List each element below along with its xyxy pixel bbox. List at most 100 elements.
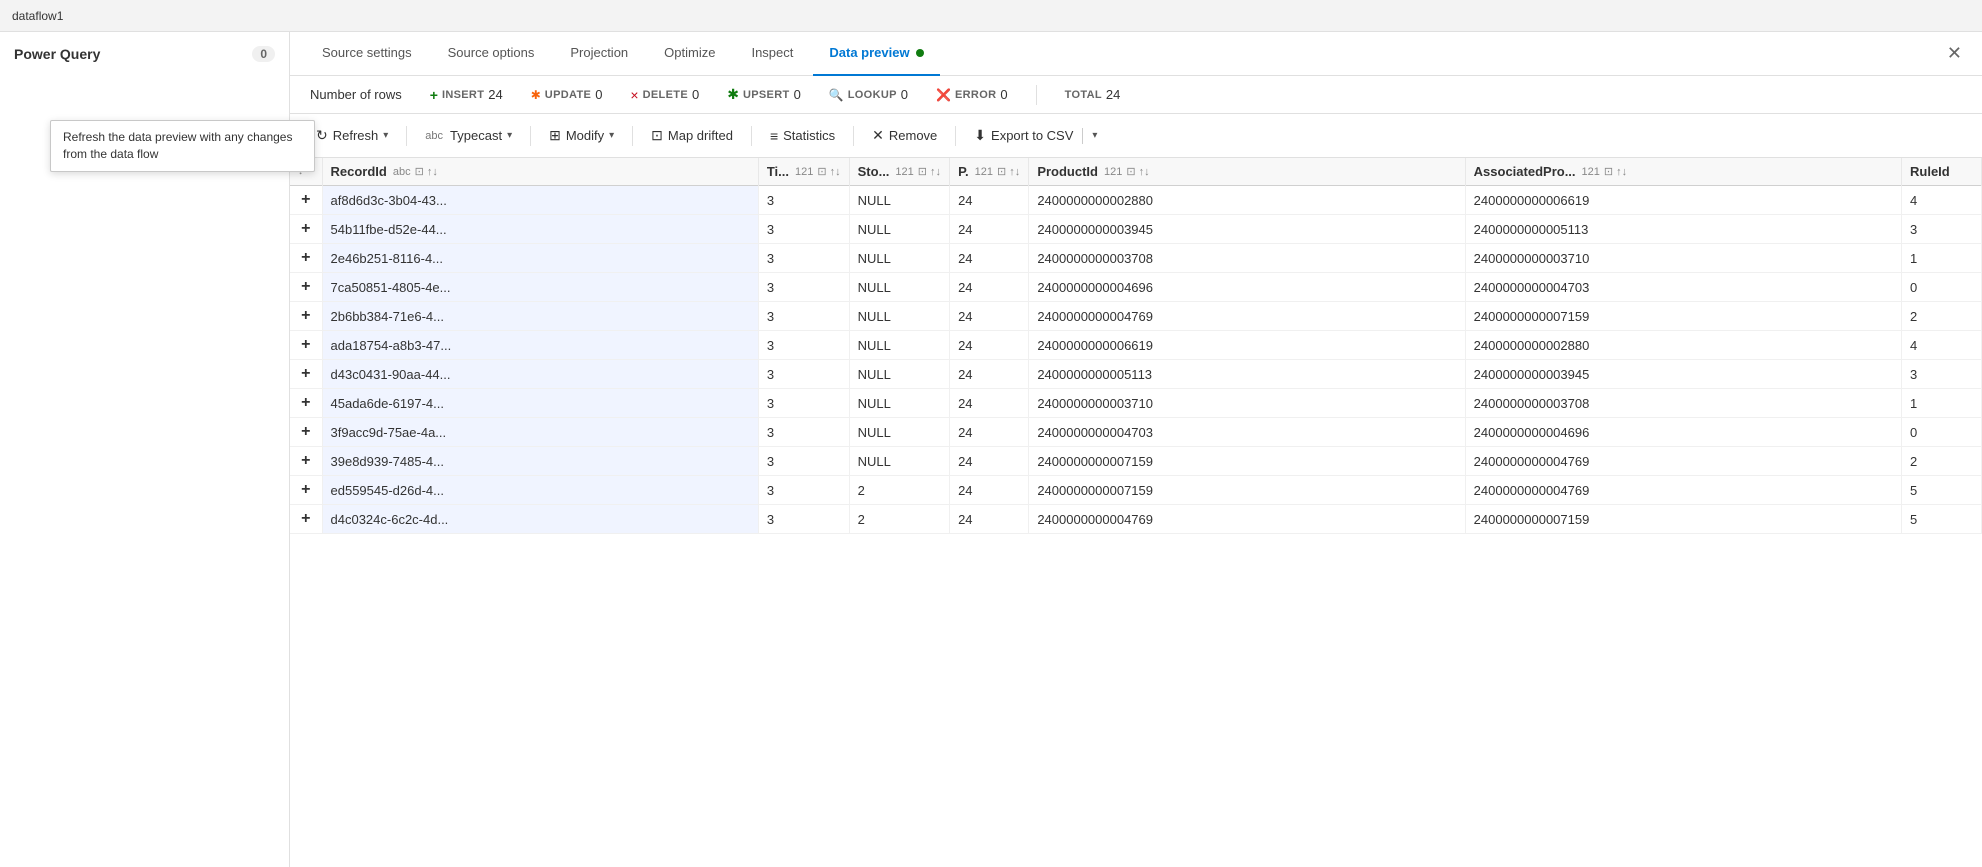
- sidebar-header: Power Query 0: [0, 40, 289, 68]
- th-associatedpro[interactable]: AssociatedPro... 121 ⊡ ↑↓: [1465, 158, 1901, 186]
- row-ruleid: 3: [1902, 360, 1982, 389]
- data-grid-container[interactable]: ↕ RecordId abc ⊡ ↑↓: [290, 158, 1982, 867]
- row-productid: 2400000000004696: [1029, 273, 1465, 302]
- th-ruleid[interactable]: RuleId: [1902, 158, 1982, 186]
- th-ti-icons: ⊡ ↑↓: [817, 165, 840, 178]
- table-row[interactable]: + 3f9acc9d-75ae-4a... 3 NULL 24 24000000…: [290, 418, 1982, 447]
- row-productid: 2400000000007159: [1029, 476, 1465, 505]
- stats-divider: [1036, 85, 1037, 105]
- row-action: +: [290, 389, 322, 418]
- row-action: +: [290, 215, 322, 244]
- rows-label: Number of rows: [310, 87, 402, 102]
- row-ti: 3: [758, 505, 849, 534]
- close-button[interactable]: ✕: [1943, 39, 1966, 68]
- row-recordid: d43c0431-90aa-44...: [322, 360, 758, 389]
- tab-data-preview[interactable]: Data preview: [813, 32, 939, 76]
- typecast-button[interactable]: abc Typecast ▾: [415, 123, 522, 148]
- stat-error: ❌ ERROR 0: [936, 87, 1008, 102]
- row-ti: 3: [758, 447, 849, 476]
- toolbar: ↻ Refresh ▾ abc Typecast ▾ ⊞ Modify ▾: [290, 114, 1982, 158]
- row-p: 24: [950, 244, 1029, 273]
- row-productid: 2400000000005113: [1029, 360, 1465, 389]
- th-recordid[interactable]: RecordId abc ⊡ ↑↓: [322, 158, 758, 186]
- th-productid-label: ProductId: [1037, 164, 1098, 179]
- remove-icon: ✕: [872, 127, 884, 144]
- row-recordid: 2b6bb384-71e6-4...: [322, 302, 758, 331]
- th-p[interactable]: P. 121 ⊡ ↑↓: [950, 158, 1029, 186]
- update-label: UPDATE: [545, 89, 591, 101]
- row-action: +: [290, 418, 322, 447]
- table-row[interactable]: + 39e8d939-7485-4... 3 NULL 24 240000000…: [290, 447, 1982, 476]
- row-associatedpro: 2400000000004769: [1465, 447, 1901, 476]
- row-sto: NULL: [849, 215, 949, 244]
- row-ti: 3: [758, 244, 849, 273]
- row-sto: NULL: [849, 331, 949, 360]
- toolbar-separator-1: [406, 126, 407, 146]
- row-p: 24: [950, 505, 1029, 534]
- export-csv-button[interactable]: ⬇ Export to CSV ▾: [964, 122, 1107, 149]
- table-row[interactable]: + ada18754-a8b3-47... 3 NULL 24 24000000…: [290, 331, 1982, 360]
- modify-chevron-icon: ▾: [609, 130, 614, 141]
- th-productid[interactable]: ProductId 121 ⊡ ↑↓: [1029, 158, 1465, 186]
- statistics-icon: ≡: [770, 128, 778, 144]
- tooltip-text: Refresh the data preview with any change…: [290, 130, 292, 161]
- row-associatedpro: 2400000000002880: [1465, 331, 1901, 360]
- row-ti: 3: [758, 273, 849, 302]
- row-p: 24: [950, 331, 1029, 360]
- th-sto[interactable]: Sto... 121 ⊡ ↑↓: [849, 158, 949, 186]
- table-row[interactable]: + 45ada6de-6197-4... 3 NULL 24 240000000…: [290, 389, 1982, 418]
- row-recordid: ed559545-d26d-4...: [322, 476, 758, 505]
- row-sto: NULL: [849, 186, 949, 215]
- lookup-value: 0: [901, 87, 908, 102]
- row-sto: NULL: [849, 447, 949, 476]
- row-ruleid: 5: [1902, 476, 1982, 505]
- toolbar-separator-6: [955, 126, 956, 146]
- statistics-button[interactable]: ≡ Statistics: [760, 123, 845, 149]
- remove-button[interactable]: ✕ Remove: [862, 122, 947, 149]
- row-ruleid: 0: [1902, 273, 1982, 302]
- row-associatedpro: 2400000000006619: [1465, 186, 1901, 215]
- row-p: 24: [950, 215, 1029, 244]
- table-body: + af8d6d3c-3b04-43... 3 NULL 24 24000000…: [290, 186, 1982, 534]
- update-icon: ✱: [531, 88, 541, 102]
- th-p-icons: ⊡ ↑↓: [997, 165, 1020, 178]
- tab-inspect[interactable]: Inspect: [735, 32, 809, 76]
- row-productid: 2400000000003945: [1029, 215, 1465, 244]
- row-action: +: [290, 331, 322, 360]
- th-productid-type: 121: [1104, 166, 1122, 178]
- row-recordid: 7ca50851-4805-4e...: [322, 273, 758, 302]
- table-row[interactable]: + d4c0324c-6c2c-4d... 3 2 24 24000000000…: [290, 505, 1982, 534]
- stat-upsert: ✱ UPSERT 0: [727, 86, 801, 103]
- modify-button[interactable]: ⊞ Modify ▾: [539, 122, 624, 149]
- row-sto: NULL: [849, 418, 949, 447]
- row-associatedpro: 2400000000004769: [1465, 476, 1901, 505]
- table-row[interactable]: + af8d6d3c-3b04-43... 3 NULL 24 24000000…: [290, 186, 1982, 215]
- tab-source-settings[interactable]: Source settings: [306, 32, 428, 76]
- row-action: +: [290, 447, 322, 476]
- th-recordid-label: RecordId: [331, 164, 387, 179]
- total-value: 24: [1106, 87, 1120, 102]
- table-row[interactable]: + d43c0431-90aa-44... 3 NULL 24 24000000…: [290, 360, 1982, 389]
- app-title: dataflow1: [12, 9, 63, 23]
- row-sto: NULL: [849, 302, 949, 331]
- refresh-button[interactable]: ↻ Refresh ▾: [306, 122, 398, 149]
- error-icon: ❌: [936, 88, 951, 102]
- upsert-value: 0: [794, 87, 801, 102]
- table-row[interactable]: + 7ca50851-4805-4e... 3 NULL 24 24000000…: [290, 273, 1982, 302]
- row-sto: 2: [849, 505, 949, 534]
- stats-bar: Number of rows + INSERT 24 ✱ UPDATE 0 × …: [290, 76, 1982, 114]
- tab-projection[interactable]: Projection: [554, 32, 644, 76]
- table-row[interactable]: + ed559545-d26d-4... 3 2 24 240000000000…: [290, 476, 1982, 505]
- map-drifted-button[interactable]: ⊡ Map drifted: [641, 122, 743, 149]
- tab-source-options[interactable]: Source options: [432, 32, 551, 76]
- row-ti: 3: [758, 302, 849, 331]
- row-action: +: [290, 244, 322, 273]
- table-row[interactable]: + 54b11fbe-d52e-44... 3 NULL 24 24000000…: [290, 215, 1982, 244]
- table-row[interactable]: + 2b6bb384-71e6-4... 3 NULL 24 240000000…: [290, 302, 1982, 331]
- typecast-chevron-icon: ▾: [507, 130, 512, 141]
- table-row[interactable]: + 2e46b251-8116-4... 3 NULL 24 240000000…: [290, 244, 1982, 273]
- row-ruleid: 1: [1902, 389, 1982, 418]
- tab-optimize[interactable]: Optimize: [648, 32, 731, 76]
- th-ti[interactable]: Ti... 121 ⊡ ↑↓: [758, 158, 849, 186]
- lookup-label: LOOKUP: [848, 89, 897, 101]
